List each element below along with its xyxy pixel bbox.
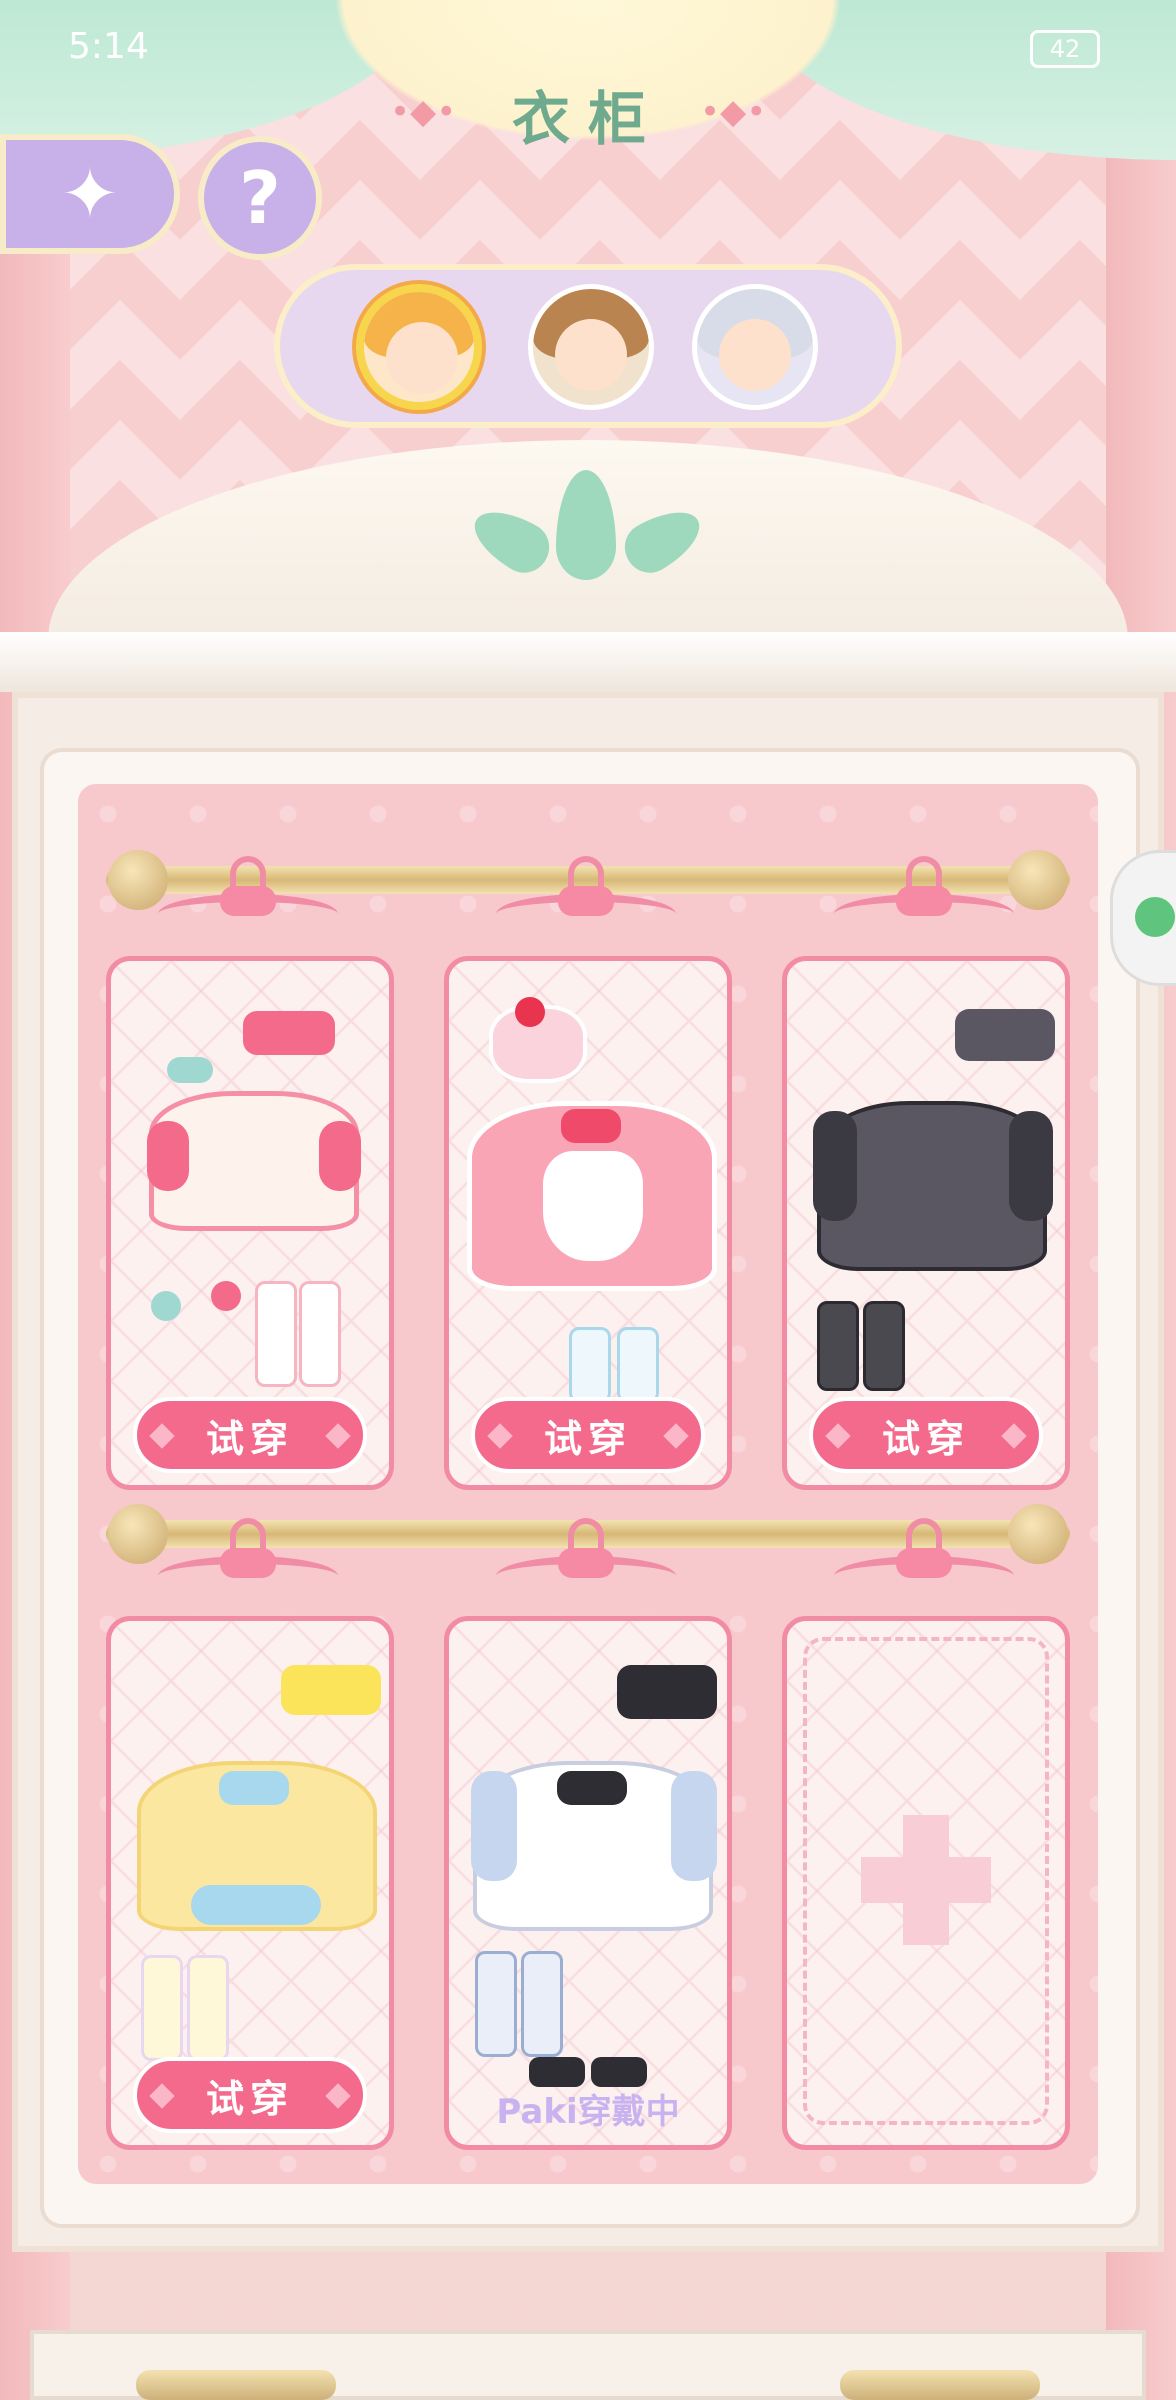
- try-on-button[interactable]: 试穿: [809, 1397, 1043, 1473]
- hanger-icon: [834, 1518, 1014, 1598]
- strawberry-icon: [515, 997, 545, 1027]
- apron-icon: [543, 1151, 643, 1261]
- shoe-icon: [591, 2057, 647, 2087]
- lace-sock-icon: [863, 1301, 905, 1391]
- argyle-sock-icon: [521, 1951, 563, 2057]
- hanger-icon: [496, 856, 676, 936]
- lace-sock-icon: [817, 1301, 859, 1391]
- hair-clip-icon: [167, 1057, 213, 1083]
- outfit-card-yellow-sweet[interactable]: 试穿: [106, 1616, 394, 2150]
- rod-cap-right: [1008, 850, 1068, 910]
- help-button[interactable]: ?: [198, 136, 322, 260]
- plus-icon: [861, 1857, 991, 1903]
- argyle-sock-icon: [475, 1951, 517, 2057]
- back-arrow-icon: ✦: [60, 153, 120, 235]
- heart-icon: [151, 1291, 181, 1321]
- question-icon: ?: [239, 156, 281, 240]
- battery-icon: 42: [1030, 30, 1100, 68]
- page-title: 衣柜: [511, 85, 664, 153]
- currently-wearing-label: Paki穿戴中: [496, 2092, 680, 2132]
- avatar-brown-hair-boy[interactable]: [528, 284, 654, 410]
- bow-icon: [281, 1665, 381, 1715]
- chat-bubble-button[interactable]: [1110, 850, 1176, 986]
- title-banner: 衣柜 •◆• •◆•: [300, 0, 876, 160]
- bloomers-icon: [191, 1885, 321, 1925]
- bow-icon: [617, 1665, 717, 1719]
- argyle-sock-icon: [141, 1955, 183, 2061]
- title-decoration-left: •◆•: [390, 92, 457, 132]
- bow-icon: [561, 1109, 621, 1143]
- heart-icon: [211, 1281, 241, 1311]
- outfit-card-gothic-black[interactable]: 试穿: [782, 956, 1070, 1490]
- avatar-blonde-girl[interactable]: [356, 284, 482, 410]
- hanger-icon: [496, 1518, 676, 1598]
- try-on-button[interactable]: 试穿: [133, 2057, 367, 2133]
- avatar-silver-hair-girl[interactable]: [692, 284, 818, 410]
- avatar-face: [719, 319, 791, 391]
- bow-icon: [243, 1011, 335, 1055]
- sleeve-icon: [813, 1111, 857, 1221]
- hanger-icon: [158, 856, 338, 936]
- outfit-card-empty-slot[interactable]: [782, 1616, 1070, 2150]
- chat-icon: [1135, 897, 1175, 937]
- sock-icon: [255, 1281, 297, 1387]
- try-on-button[interactable]: 试穿: [471, 1397, 705, 1473]
- sleeve-icon: [147, 1121, 189, 1191]
- outfit-card-strawberry-maid[interactable]: 试穿: [444, 956, 732, 1490]
- hanger-icon: [834, 856, 1014, 936]
- drawer-handle: [840, 2370, 1040, 2400]
- outfit-card-white-plaid[interactable]: Paki穿戴中: [444, 1616, 732, 2150]
- rod-cap-right: [1008, 1504, 1068, 1564]
- title-decoration-right: •◆•: [700, 92, 767, 132]
- bow-icon: [219, 1771, 289, 1805]
- avatar-face: [386, 322, 458, 394]
- sock-icon: [617, 1327, 659, 1403]
- plaid-sleeve-icon: [671, 1771, 717, 1881]
- plaid-sleeve-icon: [471, 1771, 517, 1881]
- sock-icon: [299, 1281, 341, 1387]
- bow-icon: [955, 1009, 1055, 1061]
- sleeve-icon: [1009, 1111, 1053, 1221]
- bow-icon: [557, 1771, 627, 1805]
- hanger-icon: [158, 1518, 338, 1598]
- outfit-card-pink-lolita[interactable]: 试穿: [106, 956, 394, 1490]
- sock-icon: [569, 1327, 611, 1403]
- avatar-face: [555, 319, 627, 391]
- back-button[interactable]: ✦: [0, 134, 180, 254]
- character-selector: [274, 264, 902, 428]
- shoe-icon: [529, 2057, 585, 2087]
- sleeve-icon: [319, 1121, 361, 1191]
- wardrobe-ledge: [0, 632, 1176, 692]
- drawer-handle: [136, 2370, 336, 2400]
- argyle-sock-icon: [187, 1955, 229, 2061]
- try-on-button[interactable]: 试穿: [133, 1397, 367, 1473]
- status-time: 5:14: [68, 26, 149, 67]
